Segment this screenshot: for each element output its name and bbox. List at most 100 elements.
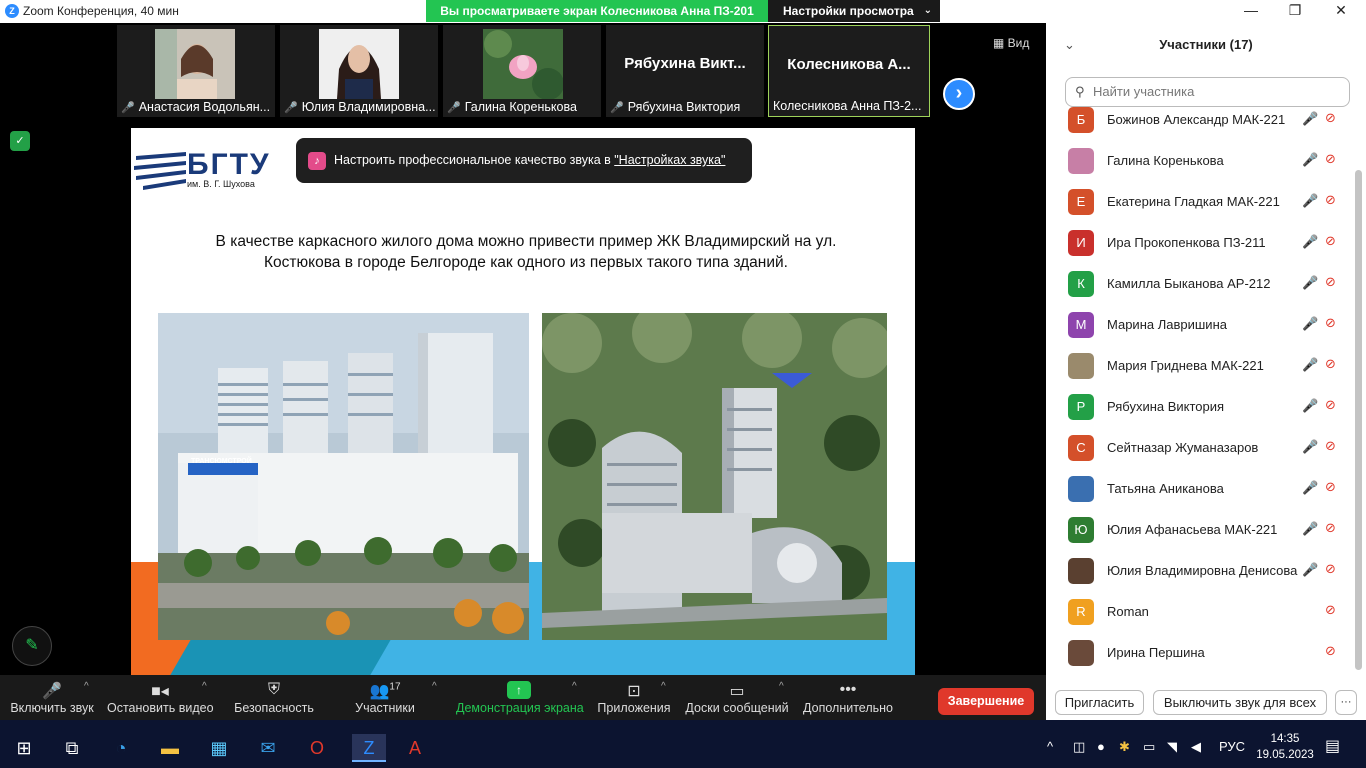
video-tile[interactable]: 🎤 Галина Коренькова xyxy=(443,25,601,117)
whiteboards-button[interactable]: ▭ Доски сообщений ^ xyxy=(684,675,790,720)
end-meeting-button[interactable]: Завершение xyxy=(938,688,1034,715)
annotate-pen-icon[interactable]: ✎ xyxy=(12,626,52,666)
volume-icon[interactable]: ◀ xyxy=(1191,739,1201,755)
university-logo-text: БГТУ xyxy=(187,148,271,181)
participant-row[interactable]: R Roman ⊘ xyxy=(1046,592,1354,633)
edge-browser-icon[interactable]: ◔ xyxy=(107,734,135,762)
participants-button[interactable]: 👥17 Участники ^ xyxy=(350,675,437,720)
next-page-button[interactable]: › xyxy=(943,78,975,110)
mic-muted-icon[interactable]: 🎤 xyxy=(1302,316,1318,332)
participant-row[interactable]: Ю Юлия Афанасьева МАК-221 🎤 ⊘ xyxy=(1046,510,1354,551)
participant-row[interactable]: Р Рябухина Виктория 🎤 ⊘ xyxy=(1046,387,1354,428)
participant-list-scrollbar[interactable] xyxy=(1355,170,1362,670)
mute-all-button[interactable]: Выключить звук для всех xyxy=(1153,690,1327,715)
video-off-icon[interactable]: ⊘ xyxy=(1325,602,1336,618)
zoom-app-icon[interactable]: Z xyxy=(352,734,386,762)
mic-muted-icon[interactable]: 🎤 xyxy=(1302,193,1318,209)
mic-muted-icon[interactable]: 🎤 xyxy=(1302,562,1318,578)
mic-muted-icon[interactable]: 🎤 xyxy=(1302,398,1318,414)
participant-row[interactable]: Татьяна Аниканова 🎤 ⊘ xyxy=(1046,469,1354,510)
video-off-icon[interactable]: ⊘ xyxy=(1325,643,1336,659)
input-language[interactable]: РУС xyxy=(1219,739,1245,754)
video-off-icon[interactable]: ⊘ xyxy=(1325,520,1336,536)
show-hidden-icons-chevron-icon[interactable]: ^ xyxy=(1047,739,1053,754)
collapse-panel-chevron-icon[interactable]: ⌄ xyxy=(1064,23,1075,67)
video-off-icon[interactable]: ⊘ xyxy=(1325,192,1336,208)
microphone-icon[interactable]: ● xyxy=(1097,739,1105,754)
invite-button[interactable]: Пригласить xyxy=(1055,690,1144,715)
view-button[interactable]: ▦ Вид xyxy=(993,36,1029,50)
video-tile[interactable]: Рябухина Викт... 🎤 Рябухина Виктория xyxy=(606,25,764,117)
mic-muted-icon[interactable]: 🎤 xyxy=(1302,275,1318,291)
chevron-up-icon[interactable]: ^ xyxy=(84,681,89,692)
participant-row-name: Марина Лавришина xyxy=(1107,317,1227,332)
video-tile[interactable]: 🎤 Юлия Владимировна... xyxy=(280,25,438,117)
notifications-icon[interactable]: ▤ xyxy=(1325,736,1340,756)
notification-area-icon[interactable]: ✱ xyxy=(1119,739,1130,755)
taskbar-clock[interactable]: 14:35 19.05.2023 xyxy=(1255,731,1315,763)
participant-row[interactable]: Б Божинов Александр МАК-221 🎤 ⊘ xyxy=(1046,107,1354,141)
mic-muted-icon[interactable]: 🎤 xyxy=(1302,234,1318,250)
microsoft-store-icon[interactable]: ▦ xyxy=(205,734,233,762)
share-screen-button[interactable]: ↑ Демонстрация экрана ^ xyxy=(456,675,584,720)
encryption-shield-icon[interactable]: ✓ xyxy=(10,131,30,151)
video-tile-active-speaker[interactable]: Колесникова А... Колесникова Анна ПЗ-2..… xyxy=(768,25,930,117)
unmute-button[interactable]: 🎤 Включить звук ^ xyxy=(8,675,96,720)
video-off-icon[interactable]: ⊘ xyxy=(1325,356,1336,372)
participant-name: 🎤 Рябухина Виктория xyxy=(610,100,741,114)
close-window-button[interactable]: ✕ xyxy=(1331,2,1351,19)
viewing-banner: Вы просматриваете экран Колесникова Анна… xyxy=(426,0,768,22)
participant-row[interactable]: К Камилла Быканова АР-212 🎤 ⊘ xyxy=(1046,264,1354,305)
mail-icon[interactable]: ✉ xyxy=(254,734,282,762)
avatar xyxy=(1068,148,1094,174)
participant-row[interactable]: Е Екатерина Гладкая МАК-221 🎤 ⊘ xyxy=(1046,182,1354,223)
network-icon[interactable]: ◥ xyxy=(1167,739,1177,755)
video-off-icon[interactable]: ⊘ xyxy=(1325,315,1336,331)
mic-muted-icon[interactable]: 🎤 xyxy=(1302,152,1318,168)
participant-search-input[interactable]: ⚲ Найти участника xyxy=(1065,77,1350,107)
meet-now-icon[interactable]: ◫ xyxy=(1073,739,1085,755)
apps-button[interactable]: ⊡ Приложения ^ xyxy=(595,675,673,720)
file-explorer-icon[interactable]: ▬ xyxy=(156,734,184,762)
chevron-up-icon[interactable]: ^ xyxy=(779,681,784,692)
more-button[interactable]: ••• Дополнительно xyxy=(802,675,894,720)
pdf-reader-icon[interactable]: A xyxy=(401,734,429,762)
mic-muted-icon[interactable]: 🎤 xyxy=(1302,357,1318,373)
chevron-up-icon[interactable]: ^ xyxy=(572,681,577,692)
audio-settings-notification[interactable]: ♪ Настроить профессиональное качество зв… xyxy=(296,138,752,183)
mic-muted-icon[interactable]: 🎤 xyxy=(1302,521,1318,537)
video-off-icon[interactable]: ⊘ xyxy=(1325,397,1336,413)
stop-video-button[interactable]: ■◂ Остановить видео ^ xyxy=(107,675,214,720)
participant-row[interactable]: С Сейтназар Жуманазаров 🎤 ⊘ xyxy=(1046,428,1354,469)
video-off-icon[interactable]: ⊘ xyxy=(1325,274,1336,290)
video-off-icon[interactable]: ⊘ xyxy=(1325,233,1336,249)
video-off-icon[interactable]: ⊘ xyxy=(1325,438,1336,454)
task-view-icon[interactable]: ⧉ xyxy=(58,734,86,762)
participant-row[interactable]: Мария Гриднева МАК-221 🎤 ⊘ xyxy=(1046,346,1354,387)
participant-row[interactable]: И Ира Прокопенкова ПЗ-211 🎤 ⊘ xyxy=(1046,223,1354,264)
chevron-up-icon[interactable]: ^ xyxy=(432,681,437,692)
battery-icon[interactable]: ▭ xyxy=(1143,739,1155,755)
chevron-up-icon[interactable]: ^ xyxy=(202,681,207,692)
more-options-button[interactable]: ··· xyxy=(1335,690,1357,715)
video-off-icon[interactable]: ⊘ xyxy=(1325,479,1336,495)
maximize-button[interactable]: ❐ xyxy=(1285,2,1305,19)
windows-start-icon[interactable]: ⊞ xyxy=(10,734,38,762)
participant-row[interactable]: Галина Коренькова 🎤 ⊘ xyxy=(1046,141,1354,182)
security-button[interactable]: ⛨ Безопасность xyxy=(233,675,315,720)
mic-muted-icon[interactable]: 🎤 xyxy=(1302,111,1318,127)
video-off-icon[interactable]: ⊘ xyxy=(1325,561,1336,577)
video-off-icon[interactable]: ⊘ xyxy=(1325,151,1336,167)
mic-muted-icon[interactable]: 🎤 xyxy=(1302,480,1318,496)
mic-muted-icon[interactable]: 🎤 xyxy=(1302,439,1318,455)
video-tile[interactable]: 🎤 Анастасия Водольян... xyxy=(117,25,275,117)
view-options-button[interactable]: Настройки просмотра ⌄ xyxy=(768,0,940,22)
minimize-button[interactable]: — xyxy=(1241,2,1261,18)
audio-settings-link[interactable]: "Настройках звука" xyxy=(614,153,725,167)
chevron-up-icon[interactable]: ^ xyxy=(661,681,666,692)
participant-row[interactable]: М Марина Лавришина 🎤 ⊘ xyxy=(1046,305,1354,346)
participant-row[interactable]: Юлия Владимировна Денисова 🎤 ⊘ xyxy=(1046,551,1354,592)
participant-row[interactable]: Ирина Першина ⊘ xyxy=(1046,633,1354,672)
video-off-icon[interactable]: ⊘ xyxy=(1325,110,1336,126)
opera-browser-icon[interactable]: O xyxy=(303,734,331,762)
